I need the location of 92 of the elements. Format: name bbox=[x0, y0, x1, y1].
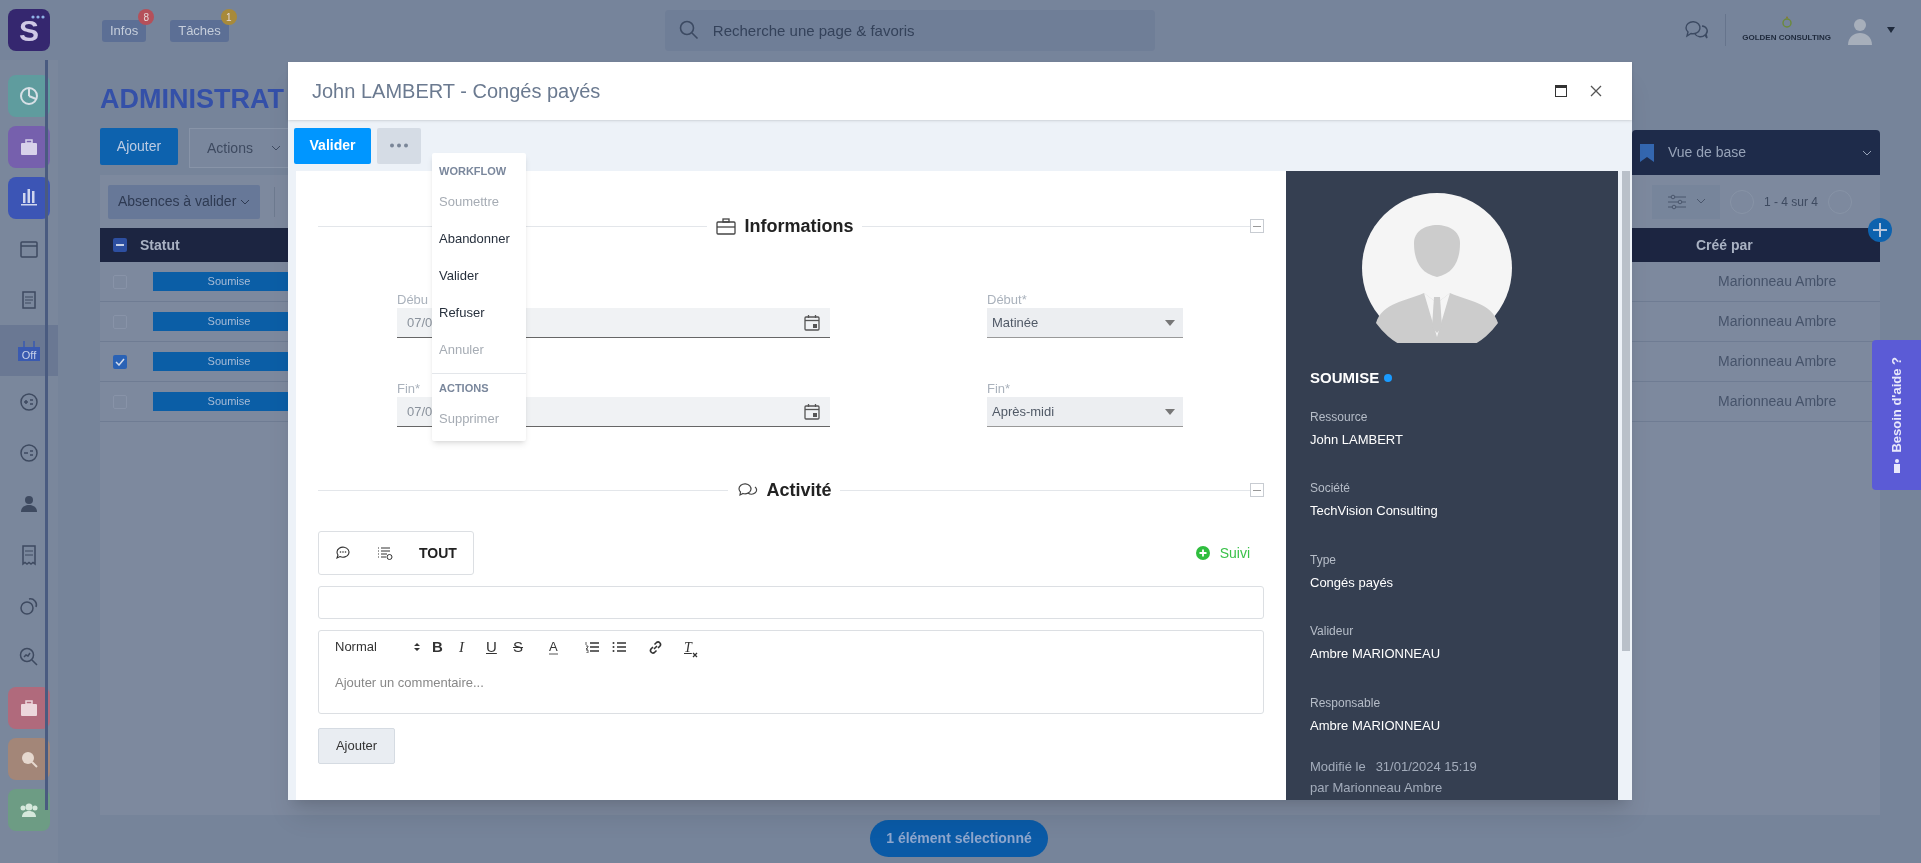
menu-item[interactable]: Abandonner bbox=[432, 220, 526, 258]
strikethrough-button[interactable]: S bbox=[513, 635, 549, 659]
modified-label: Modifié le bbox=[1310, 758, 1366, 776]
detail-label: Valideur bbox=[1310, 623, 1355, 640]
field-label: Début* bbox=[987, 293, 1027, 307]
select-field[interactable]: Matinée bbox=[987, 308, 1183, 338]
column-header[interactable]: Statut bbox=[140, 234, 290, 256]
status-label: SOUMISE bbox=[1310, 368, 1380, 388]
settings-dropdown[interactable] bbox=[1651, 184, 1720, 219]
add-comment-button[interactable]: Ajouter bbox=[318, 728, 395, 764]
detail-label: Société bbox=[1310, 480, 1352, 497]
comment-icon[interactable] bbox=[335, 546, 351, 560]
menu-section-header: WORKFLOW bbox=[438, 164, 508, 179]
comment-input-field[interactable]: Ajouter un commentaire... bbox=[335, 673, 1247, 693]
search-field[interactable]: Recherche une page & favoris bbox=[664, 9, 1155, 51]
table-cell-text: Marionneau Ambre bbox=[1717, 392, 1838, 411]
company-logo-text: GOLDEN CONSULTING bbox=[1742, 32, 1831, 44]
add-circle-icon[interactable] bbox=[1867, 217, 1893, 243]
modified-date: 31/01/2024 15:19 bbox=[1375, 758, 1477, 776]
list-history-icon[interactable] bbox=[377, 546, 393, 560]
more-options-button[interactable] bbox=[377, 127, 421, 164]
detail-value: Congés payés bbox=[1310, 573, 1395, 592]
table-cell-text: Marionneau Ambre bbox=[1717, 272, 1838, 291]
table-cell-text: Marionneau Ambre bbox=[1717, 352, 1838, 371]
bullet-list-icon bbox=[612, 641, 626, 653]
detail-label: Responsable bbox=[1310, 694, 1382, 712]
sliders-icon bbox=[1666, 193, 1687, 210]
more-icon bbox=[389, 143, 409, 148]
section-title: Informations bbox=[744, 214, 854, 238]
italic-button[interactable]: I bbox=[459, 635, 486, 659]
plus-circle-icon bbox=[1195, 546, 1210, 560]
scrollbar[interactable] bbox=[1622, 171, 1630, 651]
collapse-button[interactable] bbox=[1250, 483, 1264, 497]
calendar-icon[interactable] bbox=[804, 403, 820, 420]
comment-editor[interactable]: Normal B I U S A T Ajouter un commentaire... bbox=[318, 630, 1264, 714]
chevron-down-icon bbox=[1862, 149, 1872, 156]
field-label: Fin* bbox=[397, 382, 421, 396]
detail-value: John LAMBERT bbox=[1310, 430, 1404, 449]
column-header[interactable]: Créé par bbox=[1632, 234, 1880, 256]
detail-value: Ambre MARIONNEAU bbox=[1310, 645, 1442, 663]
caret-icon bbox=[1165, 319, 1175, 326]
text-color-button[interactable]: A bbox=[549, 639, 585, 655]
sun-logo-icon bbox=[1779, 16, 1794, 30]
text-style-select[interactable]: Normal bbox=[335, 637, 420, 657]
calendar-icon[interactable] bbox=[804, 314, 820, 331]
text-input-field[interactable] bbox=[318, 586, 1264, 619]
chevron-down-icon bbox=[240, 198, 251, 205]
chevron-down-icon bbox=[270, 145, 281, 151]
collapse-button[interactable] bbox=[1250, 219, 1264, 233]
numbered-list-icon bbox=[585, 641, 599, 653]
all-tab[interactable]: TOUT bbox=[419, 542, 457, 564]
chevron-down-icon bbox=[1696, 199, 1705, 204]
detail-label: Ressource bbox=[1310, 408, 1369, 426]
menu-item[interactable]: Valider bbox=[432, 257, 526, 295]
up-down-arrows-icon bbox=[414, 642, 420, 652]
bookmark-icon bbox=[1640, 143, 1654, 162]
info-icon bbox=[1892, 458, 1901, 473]
section-title: Activité bbox=[766, 478, 832, 502]
search-icon bbox=[678, 19, 699, 40]
modal-title: John LAMBERT - Congés payés bbox=[312, 79, 602, 104]
speech-bubbles-icon bbox=[736, 481, 759, 499]
pager-text: 1 - 4 sur 4 bbox=[1763, 193, 1818, 211]
clear-format-button[interactable]: T bbox=[684, 636, 711, 658]
field-label: Débu bbox=[397, 293, 429, 307]
select-all-checkbox[interactable] bbox=[113, 238, 127, 252]
close-icon[interactable] bbox=[1590, 85, 1602, 97]
help-tab[interactable]: Besoin d'aide ? bbox=[1872, 340, 1921, 490]
maximize-icon[interactable] bbox=[1555, 85, 1567, 97]
briefcase-icon bbox=[714, 217, 737, 235]
detail-value: TechVision Consulting bbox=[1310, 502, 1439, 520]
bold-button[interactable]: B bbox=[432, 635, 459, 659]
add-button[interactable]: Ajouter bbox=[100, 128, 178, 165]
chat-icon[interactable] bbox=[1683, 19, 1710, 41]
row-checkbox[interactable] bbox=[113, 354, 127, 369]
caret-icon[interactable] bbox=[1887, 27, 1895, 33]
page-title: ADMINISTRAT bbox=[100, 83, 284, 116]
table-cell-text: Marionneau Ambre bbox=[1717, 312, 1838, 331]
menu-section-header: ACTIONS bbox=[438, 380, 490, 396]
view-selector[interactable]: Vue de base bbox=[1632, 130, 1880, 175]
sidebar-item[interactable]: Off bbox=[0, 325, 58, 376]
modified-by: par Marionneau Ambre bbox=[1310, 778, 1443, 797]
underline-button[interactable]: U bbox=[486, 635, 513, 659]
link-icon bbox=[648, 639, 663, 655]
caret-icon bbox=[1165, 408, 1175, 415]
detail-value: Ambre MARIONNEAU bbox=[1310, 716, 1442, 735]
field-label: Fin* bbox=[987, 382, 1011, 396]
detail-label: Type bbox=[1310, 551, 1337, 569]
select-field[interactable]: Après-midi bbox=[987, 397, 1183, 427]
count-badge: 8 bbox=[138, 9, 155, 25]
small-x-icon bbox=[691, 651, 698, 658]
count-badge: 1 bbox=[220, 9, 237, 25]
app-logo[interactable]: S bbox=[8, 9, 50, 51]
